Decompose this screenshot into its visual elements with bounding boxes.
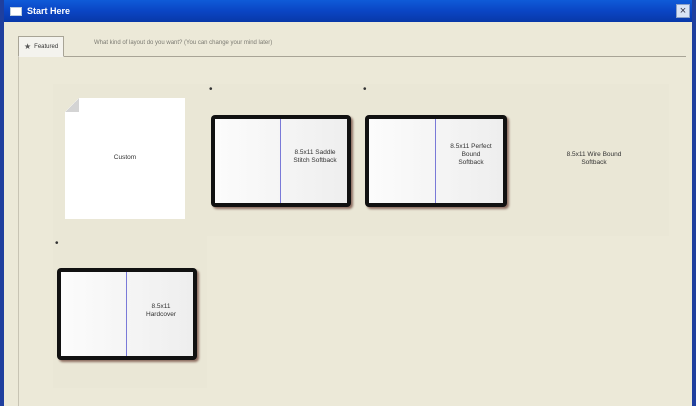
tab-featured[interactable]: ★ Featured xyxy=(18,36,65,57)
title-bar[interactable]: Start Here × xyxy=(4,0,692,22)
close-button[interactable]: × xyxy=(676,4,690,18)
layout-hint-text: What kind of layout do you want? (You ca… xyxy=(94,40,273,46)
window-icon xyxy=(10,6,22,16)
layout-label-saddle-stitch: 8.5x11 Saddle Stitch Softback xyxy=(293,149,337,164)
layout-label-hardcover: 8.5x11 Hardcover xyxy=(146,303,176,318)
layout-indicator-hardcover: • xyxy=(55,238,59,249)
layout-tile-hardcover[interactable]: 8.5x11 Hardcover xyxy=(57,268,197,360)
page-fold-icon xyxy=(65,98,79,112)
star-icon: ★ xyxy=(24,42,32,51)
tab-bar: ★ Featured What kind of layout do you wa… xyxy=(18,34,686,57)
layout-tile-saddle-stitch[interactable]: 8.5x11 Saddle Stitch Softback xyxy=(211,115,351,207)
layout-indicator-saddle-stitch: • xyxy=(209,84,213,95)
window-title: Start Here xyxy=(27,6,71,16)
layout-label-perfect-bound: 8.5x11 Perfect Bound Softback xyxy=(450,143,492,166)
layout-tile-wire-bound[interactable]: 8.5x11 Wire Bound Softback xyxy=(529,115,659,207)
tab-featured-label: Featured xyxy=(34,43,59,50)
layout-label-wire-bound: 8.5x11 Wire Bound Softback xyxy=(566,151,622,166)
layout-tile-custom[interactable]: Custom xyxy=(65,98,185,219)
layout-label-custom: Custom xyxy=(113,154,137,161)
layout-indicator-perfect-bound: • xyxy=(363,84,367,95)
layout-tile-perfect-bound[interactable]: 8.5x11 Perfect Bound Softback xyxy=(365,115,507,207)
start-here-window: Start Here × ★ Featured What kind of lay… xyxy=(0,0,696,406)
layout-gallery: Custom • 8.5x11 Saddle Stitch Softback •… xyxy=(18,57,687,406)
